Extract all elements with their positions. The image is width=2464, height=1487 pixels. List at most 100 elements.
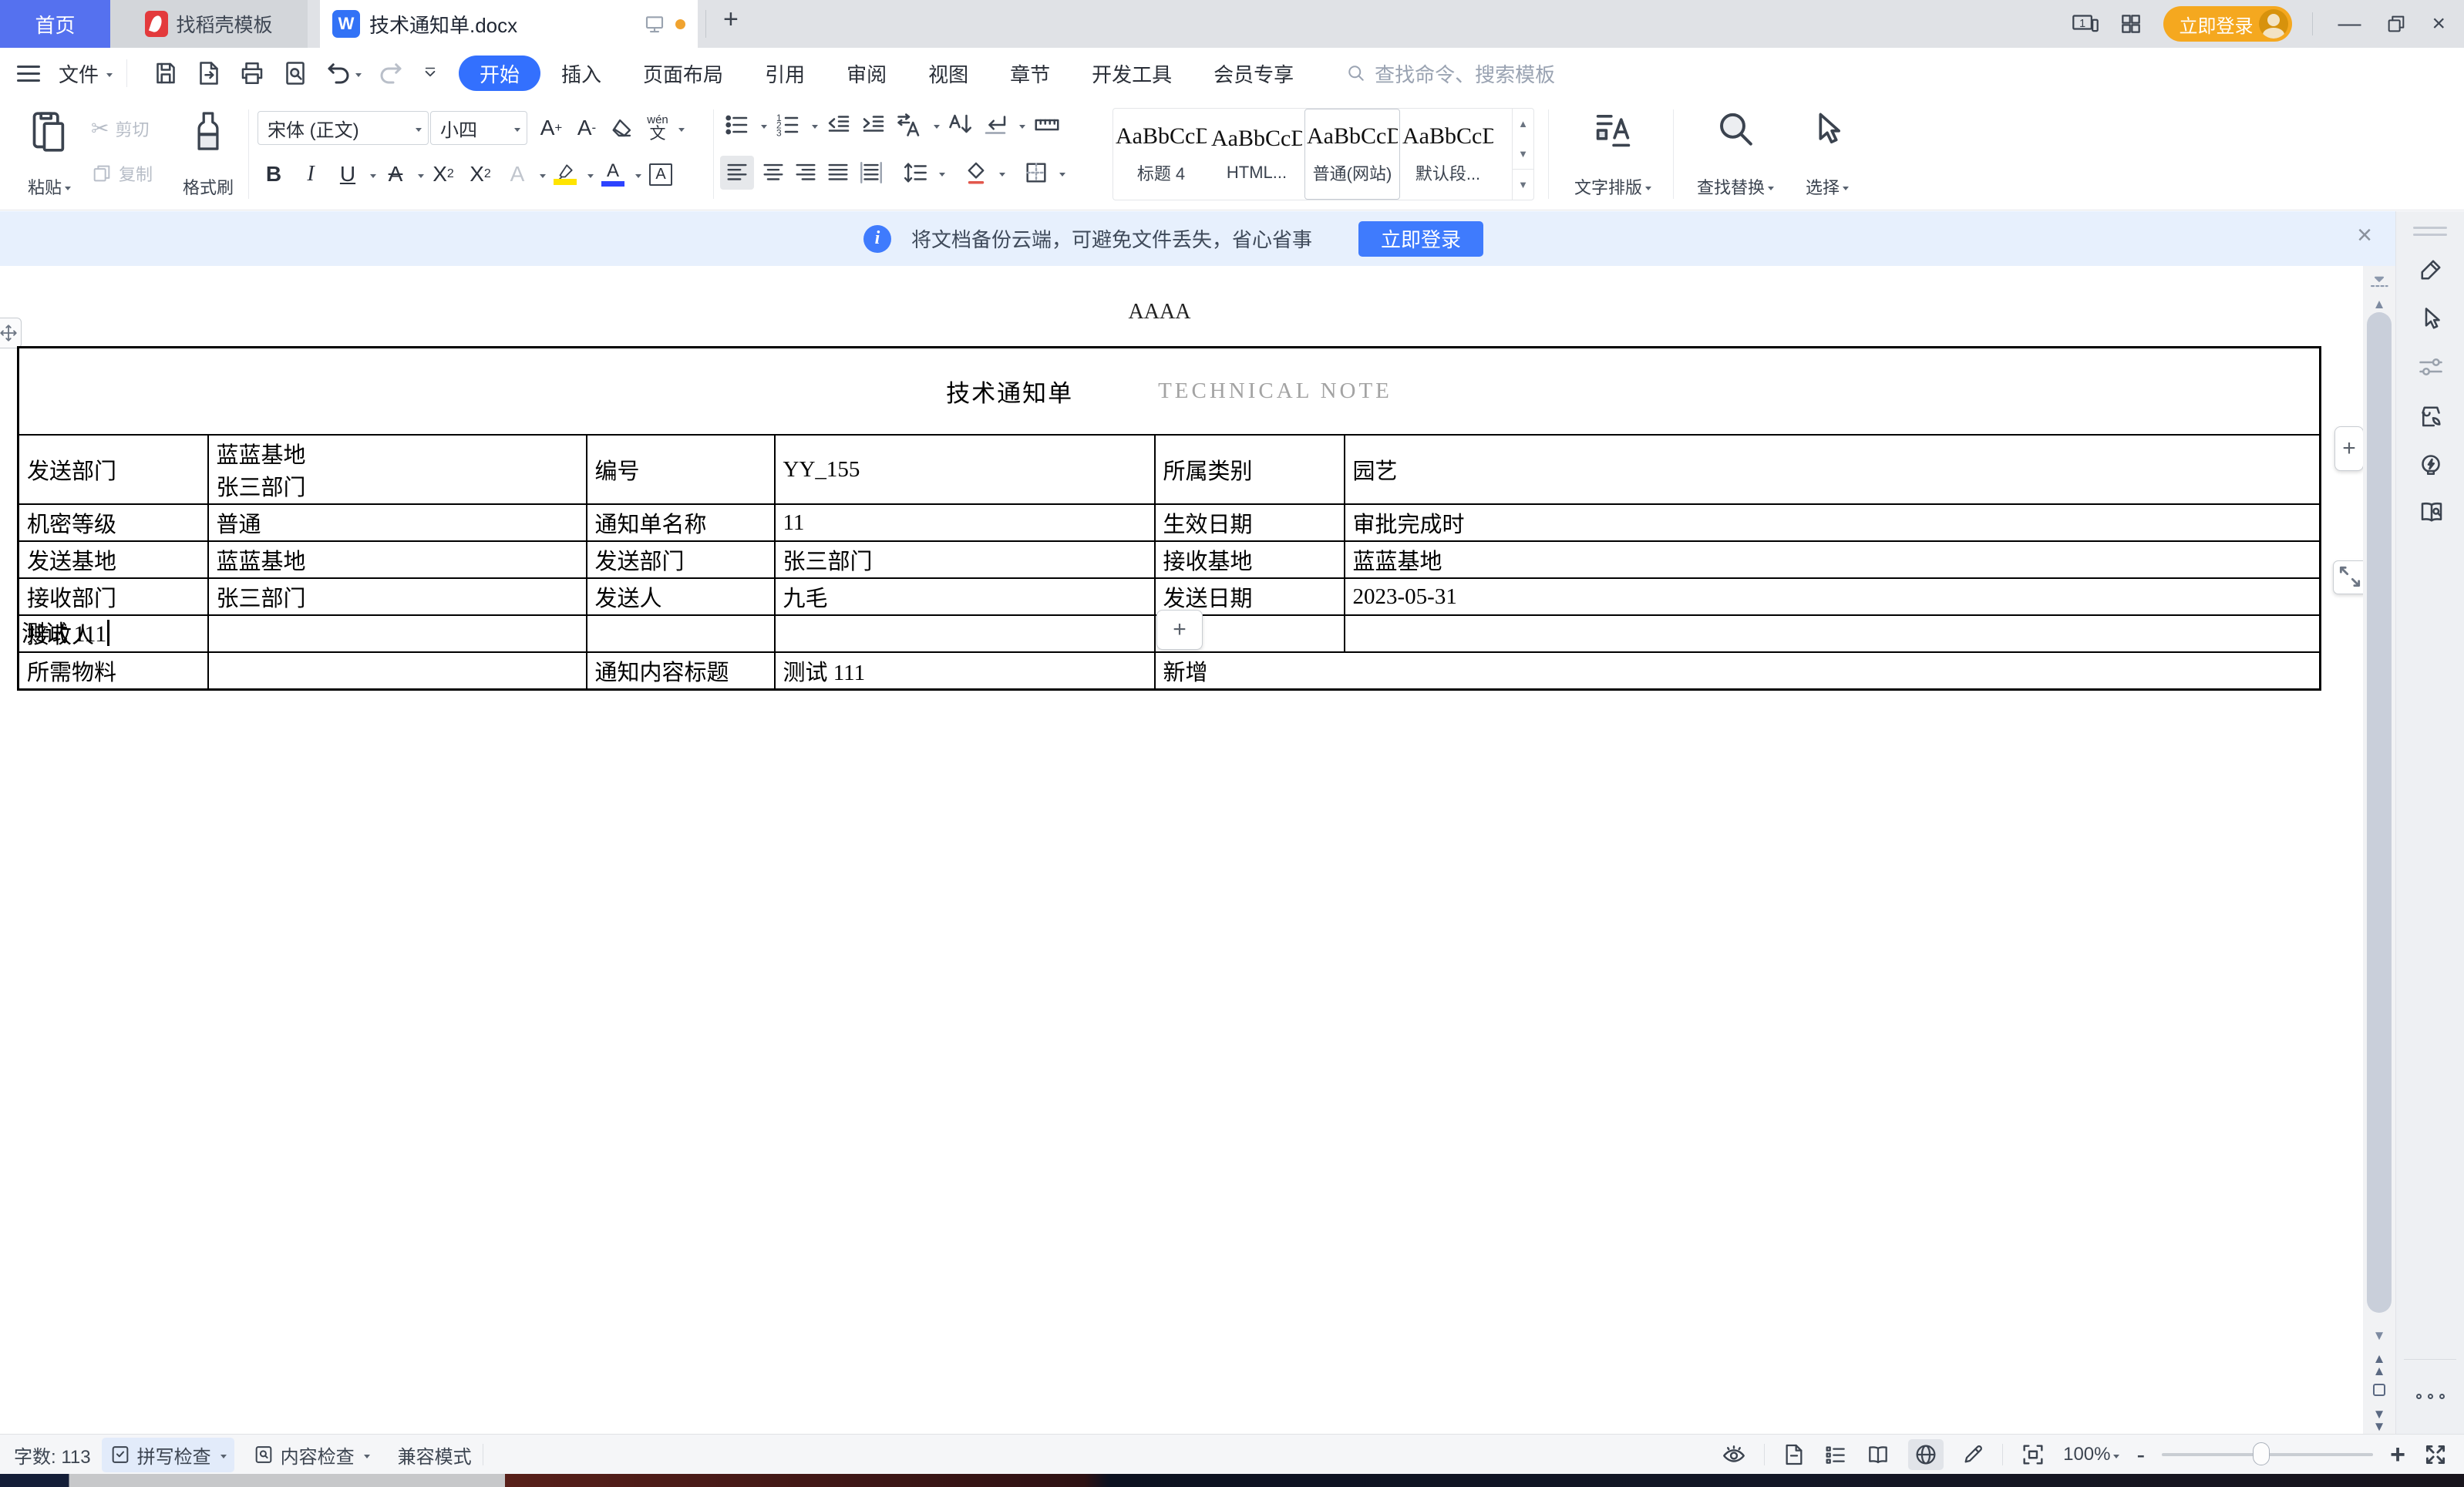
save-icon[interactable]: [152, 59, 180, 87]
cell-value[interactable]: 新增: [1155, 652, 2321, 690]
format-painter-button[interactable]: 格式刷: [176, 108, 241, 199]
banner-close-icon[interactable]: ×: [2357, 220, 2372, 251]
next-page-icon[interactable]: ▼▼: [2363, 1408, 2395, 1433]
copy-button[interactable]: 复制: [91, 161, 153, 186]
font-color-button[interactable]: A: [595, 156, 631, 193]
cell-label[interactable]: 接收基地: [1155, 541, 1345, 578]
ruler-toggle-icon[interactable]: [2368, 272, 2391, 292]
styles-scroll-down-icon[interactable]: ▼: [1513, 139, 1533, 169]
previous-page-icon[interactable]: ▲▲: [2363, 1353, 2395, 1378]
menu-tab-home[interactable]: 开始: [459, 56, 540, 91]
menu-tab-section[interactable]: 章节: [989, 56, 1071, 91]
customize-quickbar-icon[interactable]: [420, 63, 440, 83]
numbered-list-icon[interactable]: 123: [774, 111, 802, 139]
close-button[interactable]: ×: [2427, 11, 2450, 37]
document-canvas[interactable]: AAAA 技术通知单 TECHNICAL NOTE 发送部门 蓝蓝基地 张三部门…: [0, 266, 2363, 1434]
pinyin-guide-button[interactable]: wén 文: [640, 109, 675, 146]
style-card-normal-web[interactable]: AaBbCcDc 普通(网站): [1304, 109, 1400, 200]
eye-protect-icon[interactable]: [1721, 1442, 1747, 1468]
menu-tab-page-layout[interactable]: 页面布局: [622, 56, 744, 91]
align-center-icon[interactable]: [760, 160, 786, 186]
shading-icon[interactable]: [962, 160, 990, 186]
increase-indent-icon[interactable]: [860, 111, 887, 139]
cell-value[interactable]: 普通: [208, 504, 587, 541]
cell-value[interactable]: 张三部门: [208, 578, 587, 615]
cell-label[interactable]: 所属类别: [1155, 435, 1345, 504]
export-pdf-icon[interactable]: [195, 59, 223, 87]
justify-icon[interactable]: [825, 160, 851, 186]
menu-tab-references[interactable]: 引用: [744, 56, 826, 91]
subscript-button[interactable]: X2: [463, 156, 498, 193]
styles-scroll-up-icon[interactable]: ▲: [1513, 109, 1533, 139]
cell-label[interactable]: 机密等级: [19, 504, 208, 541]
cell-value[interactable]: YY_155: [775, 435, 1155, 504]
cell-value[interactable]: 蓝蓝基地: [1345, 541, 2321, 578]
cell-label[interactable]: 编号: [587, 435, 775, 504]
table-row[interactable]: 所需物料 通知内容标题 测试 111 新增: [19, 652, 2321, 690]
minimize-button[interactable]: —: [2333, 11, 2365, 37]
menu-tab-member[interactable]: 会员专享: [1193, 56, 1314, 91]
table-row[interactable]: 发送基地 蓝蓝基地 发送部门 张三部门 接收基地 蓝蓝基地: [19, 541, 2321, 578]
spell-check-button[interactable]: 拼写检查: [102, 1438, 234, 1472]
menu-tab-review[interactable]: 审阅: [826, 56, 907, 91]
increase-font-button[interactable]: A+: [534, 109, 569, 146]
style-card-heading4[interactable]: AaBbCcDc 标题 4: [1113, 109, 1209, 200]
table-row[interactable]: 发送部门 蓝蓝基地 张三部门 编号 YY_155 所属类别 园艺: [19, 435, 2321, 504]
italic-button[interactable]: I: [293, 156, 328, 193]
cell-label[interactable]: 生效日期: [1155, 504, 1345, 541]
borders-icon[interactable]: [1022, 160, 1050, 186]
paragraph-direction-icon[interactable]: [981, 111, 1009, 139]
align-right-icon[interactable]: [793, 160, 819, 186]
superscript-button[interactable]: X2: [426, 156, 461, 193]
menu-tab-view[interactable]: 视图: [907, 56, 989, 91]
page-view-icon[interactable]: [1782, 1442, 1806, 1467]
font-size-select[interactable]: 小四: [430, 111, 527, 145]
multi-device-icon[interactable]: 1: [2072, 12, 2099, 35]
bullet-list-icon[interactable]: [723, 111, 751, 139]
cell-value[interactable]: 张三部门: [775, 541, 1155, 578]
add-row-button[interactable]: +: [1156, 610, 1203, 650]
hamburger-menu-icon[interactable]: [17, 61, 40, 86]
sidebar-ai-button[interactable]: [2417, 450, 2445, 478]
zoom-level-select[interactable]: 100%: [2063, 1444, 2119, 1465]
cell-label[interactable]: 通知单名称: [587, 504, 775, 541]
cell-label[interactable]: 发送部门: [587, 541, 775, 578]
print-preview-icon[interactable]: [281, 59, 309, 87]
zoom-out-button[interactable]: -: [2136, 1441, 2145, 1469]
character-scale-icon[interactable]: [894, 111, 924, 139]
sort-icon[interactable]: [947, 111, 974, 139]
table-title-row[interactable]: 技术通知单 TECHNICAL NOTE: [19, 348, 2321, 436]
style-card-html[interactable]: AaBbCcDc HTML...: [1209, 109, 1304, 200]
font-name-select[interactable]: 宋体 (正文): [258, 111, 429, 145]
zoom-slider-thumb[interactable]: [2253, 1442, 2270, 1465]
cell-label[interactable]: 发送部门: [19, 435, 208, 504]
cell-value[interactable]: [775, 615, 1155, 652]
add-column-button[interactable]: +: [2334, 426, 2364, 471]
cell-value[interactable]: [587, 615, 775, 652]
present-monitor-icon[interactable]: [643, 12, 666, 35]
tab-docer-templates[interactable]: 找稻壳模板: [110, 0, 308, 48]
select-browse-object-icon[interactable]: [2373, 1384, 2385, 1396]
sidebar-reference-button[interactable]: [2417, 498, 2446, 526]
distribute-icon[interactable]: [857, 160, 885, 186]
line-spacing-icon[interactable]: [902, 160, 930, 186]
word-count[interactable]: 字数: 113: [14, 1442, 91, 1468]
workspace-grid-icon[interactable]: [2119, 12, 2143, 36]
cell-value[interactable]: 蓝蓝基地: [208, 541, 587, 578]
select-button[interactable]: 选择: [1790, 108, 1864, 199]
undo-dropdown-icon[interactable]: [355, 73, 362, 80]
sidebar-template-store-button[interactable]: [2417, 402, 2445, 430]
tab-stops-icon[interactable]: [1032, 111, 1062, 139]
cell-value[interactable]: 九毛: [775, 578, 1155, 615]
bold-button[interactable]: B: [256, 156, 291, 193]
zoom-slider[interactable]: [2162, 1453, 2373, 1456]
cell-value[interactable]: [208, 615, 587, 652]
cell-label[interactable]: 发送人: [587, 578, 775, 615]
web-view-button[interactable]: [1908, 1439, 1944, 1470]
cell-value[interactable]: 园艺: [1345, 435, 2321, 504]
redo-icon[interactable]: [377, 59, 405, 87]
menu-tab-developer[interactable]: 开发工具: [1071, 56, 1193, 91]
paragraph-top[interactable]: AAAA: [0, 300, 2319, 325]
tab-document-active[interactable]: W 技术通知单.docx: [320, 0, 698, 48]
fullscreen-icon[interactable]: [2422, 1442, 2449, 1468]
